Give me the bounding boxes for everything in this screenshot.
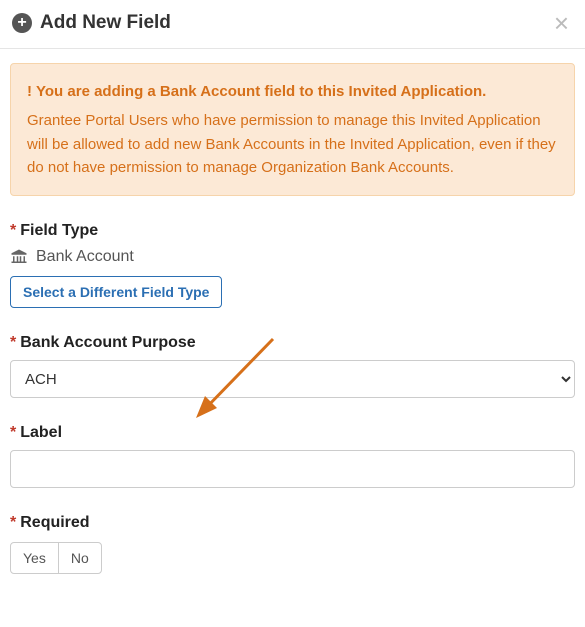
required-no-button[interactable]: No [58,542,102,574]
bank-icon [10,248,28,266]
modal-header: + Add New Field × [0,0,585,49]
modal-title: Add New Field [40,12,171,34]
required-asterisk: * [10,424,16,441]
warning-body: Grantee Portal Users who have permission… [27,109,558,179]
bank-account-purpose-group: *Bank Account Purpose ACH [10,334,575,398]
required-asterisk: * [10,222,16,239]
required-group: *Required Yes No [10,514,575,574]
add-field-modal: + Add New Field × !You are adding a Bank… [0,0,585,594]
required-label-row: *Required [10,514,575,532]
modal-body: !You are adding a Bank Account field to … [0,49,585,594]
label-group: *Label [10,424,575,488]
field-type-label: Field Type [20,222,98,239]
field-type-value-row: Bank Account [10,248,575,266]
purpose-select[interactable]: ACH [10,360,575,398]
required-asterisk: * [10,514,16,531]
plus-circle-icon: + [12,13,32,33]
close-icon[interactable]: × [550,10,573,36]
label-label: Label [20,424,62,441]
label-label-row: *Label [10,424,575,442]
warning-alert: !You are adding a Bank Account field to … [10,63,575,196]
label-input[interactable] [10,450,575,488]
warning-headline-row: !You are adding a Bank Account field to … [27,80,558,103]
required-toggle: Yes No [10,542,102,574]
modal-header-left: + Add New Field [12,12,171,34]
required-yes-button[interactable]: Yes [10,542,59,574]
warning-headline: You are adding a Bank Account field to t… [36,83,486,100]
purpose-label-row: *Bank Account Purpose [10,334,575,352]
exclamation-icon: ! [27,83,32,100]
purpose-label: Bank Account Purpose [20,334,195,351]
field-type-group: *Field Type Bank Account Select a Differ… [10,222,575,308]
required-asterisk: * [10,334,16,351]
field-type-label-row: *Field Type [10,222,575,240]
field-type-value: Bank Account [36,248,134,266]
required-label: Required [20,514,89,531]
select-different-type-button[interactable]: Select a Different Field Type [10,276,222,308]
